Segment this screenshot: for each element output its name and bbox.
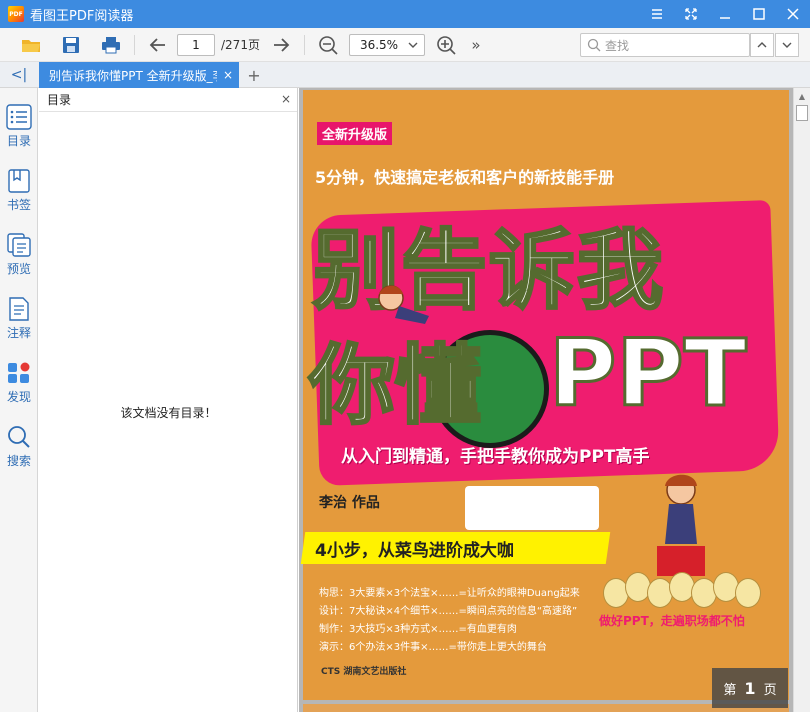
cover-author: 李治 作品 [319,495,380,511]
page-indicator-suffix: 页 [763,682,777,698]
app-logo-icon: PDF [8,6,24,22]
toolbar-divider [134,34,135,55]
discover-apps-icon [8,362,30,383]
outline-panel: 目录 × 该文档没有目录！ [39,88,298,712]
folder-open-icon [22,39,40,52]
window-controls [640,0,810,28]
cartoon-standing-figure [657,474,705,576]
outline-title: 目录 [47,93,72,107]
page-indicator-prefix: 第 [723,682,737,698]
search-placeholder: 查找 [605,38,630,53]
toolbar-divider [303,34,305,55]
scrollbar-thumb[interactable] [796,105,808,121]
cover-title-line2: 你懂 [308,315,483,440]
sidebar-item-label: 目录 [6,134,31,148]
search-next-button[interactable] [775,33,799,57]
vertical-scrollbar[interactable]: ▲ [793,88,810,712]
zoom-in-icon [437,35,456,55]
save-icon [63,36,79,53]
cover-tagline: 从入门到精通，手把手教你成为PPT高手 [341,447,650,467]
close-icon[interactable] [776,0,810,28]
sidebar-item-label: 发现 [6,390,31,404]
sidebar-item-outline[interactable]: 目录 [0,104,38,162]
search-previous-button[interactable] [750,33,774,57]
sidebar-item-discover[interactable]: 发现 [0,360,38,418]
tab-label: 别告诉我你懂PPT 全新升级版_李治 [49,68,217,83]
pdf-page: 全新升级版 5分钟，快速搞定老板和客户的新技能手册 别告诉我 你懂 PPT 从入… [300,90,789,700]
cover-title-word-dong: 懂 [394,335,483,438]
cartoon-flying-figure [378,285,429,324]
sidebar-item-preview[interactable]: 预览 [0,232,38,290]
total-pages: /271页 [221,38,260,52]
zoom-in-button[interactable] [431,31,461,59]
search-icon [8,426,30,448]
fullscreen-icon[interactable] [674,0,708,28]
thumbnail-preview-icon [7,233,31,257]
cover-slogan: 做好PPT，走遍职场都不怕 [599,614,745,628]
save-button[interactable] [56,31,86,59]
cover-white-label [465,486,599,530]
cover-title-word-ni: 你 [308,335,397,438]
tab-bar: <| 别告诉我你懂PPT 全新升级版_李治 × + [0,62,810,88]
title-bar: PDF 看图王PDF阅读器 [0,0,810,28]
chevron-up-icon [757,42,767,48]
cover-title-line1: 别告诉我 [312,220,665,323]
print-icon [102,36,120,53]
search-icon [587,38,601,52]
cover-banner-text: 4小步，从菜鸟进阶成大咖 [315,541,514,561]
arrow-right-icon [273,37,290,52]
document-viewer[interactable]: 全新升级版 5分钟，快速搞定老板和客户的新技能手册 别告诉我 你懂 PPT 从入… [299,88,793,712]
tab-close-icon[interactable]: × [223,68,233,82]
open-file-button[interactable] [16,31,46,59]
bookmark-icon [8,169,30,193]
sidebar-item-label: 书签 [6,198,31,212]
toolbar: 1 /271页 36.5% » 查找 [0,28,810,62]
menu-icon[interactable] [640,0,674,28]
next-page-button[interactable] [266,31,296,59]
more-tools-button[interactable]: » [461,31,491,59]
page-indicator-number: 1 [744,678,756,698]
chevron-down-icon [782,42,792,48]
outline-list-icon [6,104,32,130]
sidebar-item-bookmark[interactable]: 书签 [0,168,38,226]
scroll-up-icon[interactable]: ▲ [794,88,810,104]
cover-bullet: 设计：7大秘诀×4个细节×……=瞬间点亮的信息“高速路” [319,606,578,617]
sidebar-item-label: 预览 [6,262,31,276]
maximize-icon[interactable] [742,0,776,28]
cover-egg [735,578,761,608]
cover-bullet: 制作：3大技巧×3种方式×……=有血更有肉 [319,624,517,635]
cover-subtitle: 5分钟，快速搞定老板和客户的新技能手册 [315,168,615,187]
page-indicator: 第 1 页 [712,668,788,708]
sidebar-item-annotation[interactable]: 注释 [0,296,38,354]
arrow-left-icon [149,37,165,52]
new-tab-button[interactable]: + [244,62,264,88]
zoom-out-icon [319,35,338,55]
collapse-sidebar-button[interactable]: <| [0,62,38,88]
annotation-icon [9,297,29,321]
zoom-out-button[interactable] [313,31,343,59]
print-button[interactable] [96,31,126,59]
outline-empty-message: 该文档没有目录！ [120,406,217,420]
chevron-down-icon [408,42,418,48]
sidebar-rail: 目录 书签 预览 注释 发现 搜索 [0,88,38,712]
sidebar-item-label: 搜索 [6,454,31,468]
tab-document[interactable]: 别告诉我你懂PPT 全新升级版_李治 × [39,62,239,88]
cover-bullet: 构思：3大要素×3个法宝×……=让听众的眼神Duang起来 [319,588,580,599]
page-number-input[interactable]: 1 [177,33,215,56]
previous-page-button[interactable] [143,31,173,59]
zoom-value: 36.5% [359,37,399,52]
outline-header: 目录 [39,88,297,112]
app-title: 看图王PDF阅读器 [30,8,134,24]
close-outline-icon[interactable]: × [281,92,291,106]
search-input[interactable]: 查找 [580,33,750,57]
cover-bullet: 演示：6个办法×3件事×……=带你走上更大的舞台 [319,642,547,653]
sidebar-item-label: 注释 [6,326,31,340]
cover-title-ppt: PPT [548,319,749,429]
cover-publisher: CTS 湖南文艺出版社 [321,667,407,677]
minimize-icon[interactable] [708,0,742,28]
cover-edition-badge: 全新升级版 [317,122,393,145]
sidebar-item-search[interactable]: 搜索 [0,424,38,482]
zoom-select[interactable]: 36.5% [348,33,425,56]
